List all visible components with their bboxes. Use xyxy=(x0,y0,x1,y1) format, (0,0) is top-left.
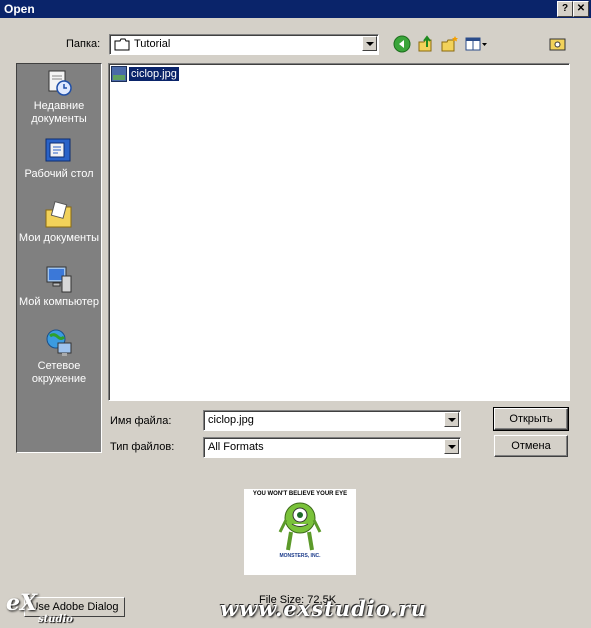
place-network[interactable]: Сетевое окружение xyxy=(17,328,101,386)
watermark-logo: eX xyxy=(6,590,38,616)
new-folder-icon[interactable] xyxy=(441,35,459,53)
window-title: Open xyxy=(4,2,35,16)
lookin-value: Tutorial xyxy=(134,38,171,50)
up-folder-icon[interactable] xyxy=(417,35,435,53)
my-computer-icon xyxy=(44,264,74,294)
place-desktop[interactable]: Рабочий стол xyxy=(17,136,101,181)
filetype-label: Тип файлов: xyxy=(110,441,175,453)
place-label: Недавние документы xyxy=(31,100,87,125)
chevron-down-icon[interactable] xyxy=(362,36,377,51)
open-button[interactable]: Открыть xyxy=(493,407,569,431)
preview-headline: YOU WON'T BELIEVE YOUR EYE xyxy=(252,491,348,497)
place-my-computer[interactable]: Мой компьютер xyxy=(17,264,101,309)
preview-title: MONSTERS, INC. xyxy=(279,553,321,559)
place-label: Мои документы xyxy=(18,232,100,244)
cancel-button[interactable]: Отмена xyxy=(494,435,568,457)
watermark-url: www.exstudio.ru xyxy=(220,596,428,621)
chevron-down-icon[interactable] xyxy=(444,412,459,427)
watermark-studio: studio xyxy=(38,614,73,625)
network-icon xyxy=(44,328,74,358)
place-recent-documents[interactable]: Недавние документы xyxy=(17,68,101,126)
places-bar: Недавние документы Рабочий стол Мои доку… xyxy=(16,63,102,453)
monster-image xyxy=(278,502,322,551)
filename-value: ciclop.jpg xyxy=(208,414,254,426)
jpg-file-icon xyxy=(111,66,127,82)
file-list[interactable]: ciclop.jpg xyxy=(108,63,570,401)
file-name: ciclop.jpg xyxy=(129,67,179,81)
lookin-combo[interactable]: Tutorial xyxy=(109,34,379,55)
my-documents-icon xyxy=(44,200,74,230)
filetype-value: All Formats xyxy=(208,441,264,453)
extra-folder-icon[interactable] xyxy=(549,35,567,53)
place-label: Мой компьютер xyxy=(18,296,100,308)
desktop-icon xyxy=(44,136,74,166)
filename-field[interactable]: ciclop.jpg xyxy=(203,410,461,431)
image-preview: YOU WON'T BELIEVE YOUR EYE MONSTERS, INC… xyxy=(244,489,356,575)
help-button[interactable]: ? xyxy=(557,1,573,17)
back-icon[interactable] xyxy=(393,35,411,53)
view-menu-icon[interactable] xyxy=(465,35,489,53)
place-my-documents[interactable]: Мои документы xyxy=(17,200,101,245)
filename-label: Имя файла: xyxy=(110,415,172,427)
recent-documents-icon xyxy=(44,68,74,98)
filetype-select[interactable]: All Formats xyxy=(203,437,461,458)
close-button[interactable]: ✕ xyxy=(573,1,589,17)
lookin-label: Папка: xyxy=(66,38,101,50)
folder-icon xyxy=(114,38,130,51)
place-label: Сетевое окружение xyxy=(31,360,87,385)
place-label: Рабочий стол xyxy=(24,168,94,180)
chevron-down-icon[interactable] xyxy=(444,439,459,454)
title-bar: Open ? ✕ xyxy=(0,0,591,18)
